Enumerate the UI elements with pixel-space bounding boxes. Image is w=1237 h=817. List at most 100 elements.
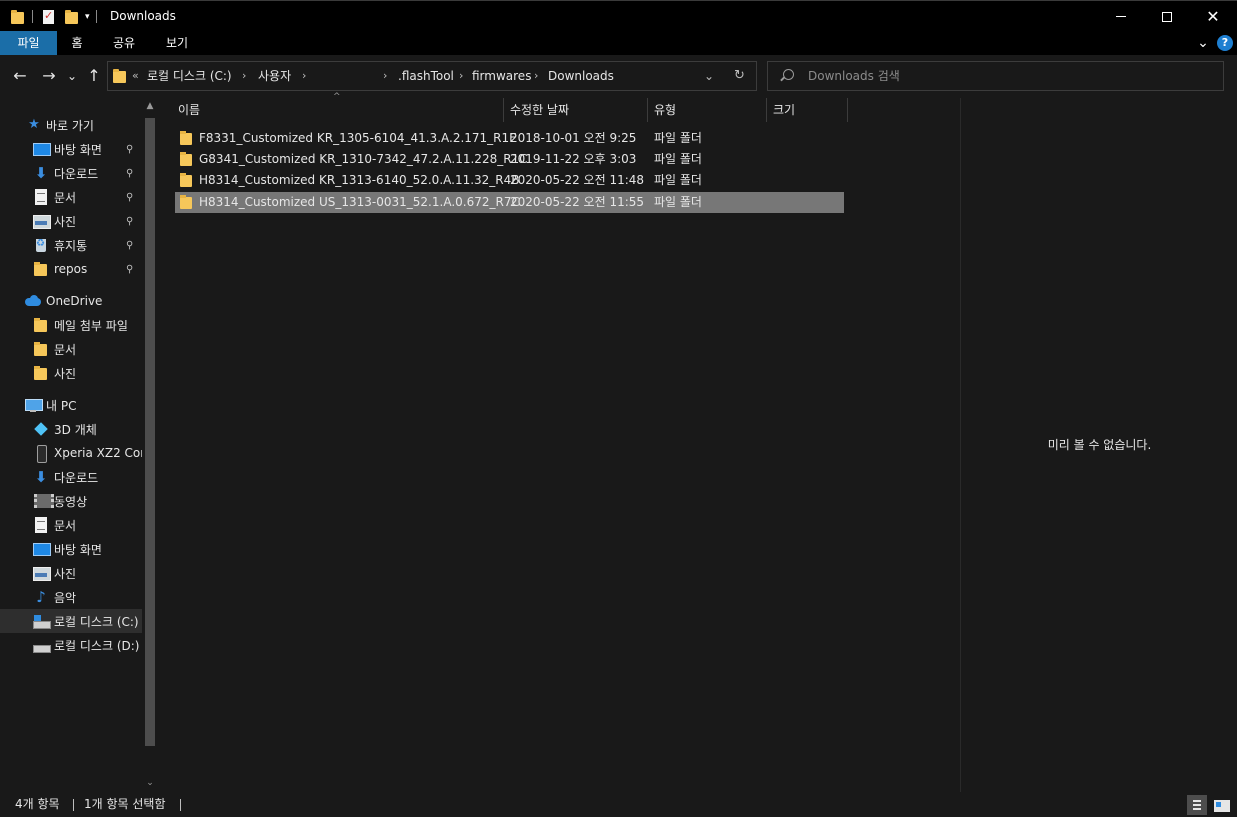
sidebar-item-onedrive-documents[interactable]: 문서 (0, 337, 142, 361)
breadcrumb-flashtool[interactable]: .flashTool (398, 62, 454, 90)
breadcrumb-separator[interactable]: › (302, 62, 306, 90)
pin-icon[interactable]: ⚲ (126, 168, 133, 179)
breadcrumb-overflow[interactable]: « (132, 62, 139, 90)
this-pc-group[interactable]: 내 PC (0, 393, 142, 417)
sidebar-item-pc-desktop[interactable]: 바탕 화면 (0, 537, 142, 561)
sidebar-item-videos[interactable]: 동영상 (0, 489, 142, 513)
new-folder-icon[interactable] (65, 9, 78, 24)
sidebar-item-label: 다운로드 (54, 166, 99, 181)
breadcrumb-separator[interactable]: › (383, 62, 387, 90)
sidebar-item-label: 로컬 디스크 (C:) (54, 614, 139, 629)
tab-home[interactable]: 홈 (57, 31, 97, 55)
desktop-icon (33, 141, 51, 157)
large-icons-view-button[interactable] (1211, 795, 1231, 815)
details-view-button[interactable] (1187, 795, 1207, 815)
3d-objects-icon (33, 421, 49, 437)
download-icon: ⬇ (34, 468, 48, 486)
search-input[interactable]: Downloads 검색 (808, 62, 900, 90)
file-date: 2018-10-01 오전 9:25 (510, 131, 637, 145)
table-row[interactable]: H8314_Customized KR_1313-6140_52.0.A.11.… (175, 170, 844, 191)
scroll-down-icon[interactable]: ⌄ (142, 778, 158, 788)
item-count: 4개 항목 (15, 797, 60, 811)
folder-icon (33, 317, 49, 333)
quick-access-group[interactable]: ★ 바로 가기 (0, 113, 142, 137)
breadcrumb-users[interactable]: 사용자 (258, 62, 291, 90)
breadcrumb-separator[interactable]: › (459, 62, 463, 90)
maximize-button[interactable] (1144, 1, 1190, 32)
sidebar-item-label: 문서 (54, 190, 77, 205)
search-box[interactable]: Downloads 검색 (767, 61, 1224, 91)
sidebar-item-label: 메일 첨부 파일 (54, 318, 128, 333)
column-divider[interactable] (847, 98, 848, 122)
breadcrumb-separator[interactable]: › (534, 62, 538, 90)
search-icon (783, 69, 794, 80)
sidebar-item-documents[interactable]: 문서 ⚲ (0, 185, 142, 209)
sidebar-item-label: 동영상 (54, 494, 88, 509)
minimize-icon (1116, 16, 1126, 17)
sidebar-item-label: repos (54, 262, 88, 276)
column-header-size[interactable]: 크기 (767, 98, 847, 122)
table-row[interactable]: G8341_Customized KR_1310-7342_47.2.A.11.… (175, 149, 844, 170)
scroll-up-icon[interactable]: ▲ (142, 101, 158, 111)
expand-ribbon-icon[interactable]: ⌄ (1194, 35, 1212, 51)
sidebar-item-xperia-device[interactable]: Xperia XZ2 Com (0, 441, 142, 465)
breadcrumb-firmwares[interactable]: firmwares (472, 62, 531, 90)
onedrive-group[interactable]: OneDrive (0, 289, 142, 313)
sidebar-item-onedrive-pictures[interactable]: 사진 (0, 361, 142, 385)
pin-icon[interactable]: ⚲ (126, 144, 133, 155)
phone-icon (33, 445, 49, 463)
sidebar-item-desktop[interactable]: 바탕 화면 ⚲ (0, 137, 142, 161)
sidebar-item-drive-c[interactable]: 로컬 디스크 (C:) (0, 609, 142, 633)
recent-locations-button[interactable]: ⌄ (64, 65, 80, 87)
breadcrumb-separator[interactable]: › (242, 62, 246, 90)
video-icon (33, 493, 54, 509)
file-name: H8314_Customized US_1313-0031_52.1.A.0.6… (199, 195, 520, 209)
column-header-date[interactable]: 수정한 날짜 (504, 98, 647, 122)
minimize-button[interactable] (1098, 1, 1144, 32)
address-dropdown-icon[interactable]: ⌄ (704, 62, 714, 90)
sidebar-item-recycle-bin[interactable]: 휴지통 ⚲ (0, 233, 142, 257)
sidebar-item-label: 문서 (54, 342, 77, 357)
breadcrumb-drive-c[interactable]: 로컬 디스크 (C:) (147, 62, 232, 90)
refresh-icon[interactable]: ↻ (734, 62, 745, 90)
help-icon[interactable]: ? (1217, 35, 1233, 51)
tab-view[interactable]: 보기 (155, 31, 199, 55)
file-type: 파일 폴더 (654, 131, 702, 145)
sidebar-item-repos[interactable]: repos ⚲ (0, 257, 142, 281)
sidebar-item-pc-pictures[interactable]: 사진 (0, 561, 142, 585)
sidebar-item-label: 다운로드 (54, 470, 99, 485)
column-header-type[interactable]: 유형 (648, 98, 766, 122)
file-name: H8314_Customized KR_1313-6140_52.0.A.11.… (199, 173, 520, 187)
table-row[interactable]: F8331_Customized KR_1305-6104_41.3.A.2.1… (175, 128, 844, 149)
up-button[interactable]: ↑ (84, 65, 104, 87)
pin-icon[interactable]: ⚲ (126, 240, 133, 251)
sidebar-item-mail-attachments[interactable]: 메일 첨부 파일 (0, 313, 142, 337)
sidebar-item-pictures[interactable]: 사진 ⚲ (0, 209, 142, 233)
customize-toolbar-icon[interactable]: ▾ (85, 12, 90, 22)
pin-icon[interactable]: ⚲ (126, 216, 133, 227)
back-button[interactable]: ← (10, 65, 30, 87)
tab-share[interactable]: 공유 (100, 31, 148, 55)
table-row-selected[interactable]: H8314_Customized US_1313-0031_52.1.A.0.6… (175, 192, 844, 213)
forward-button[interactable]: → (38, 65, 60, 87)
pin-icon[interactable]: ⚲ (126, 264, 133, 275)
sidebar-item-pc-downloads[interactable]: ⬇ 다운로드 (0, 465, 142, 489)
sidebar-item-downloads[interactable]: ⬇ 다운로드 ⚲ (0, 161, 142, 185)
sidebar-item-3d-objects[interactable]: 3D 개체 (0, 417, 142, 441)
sidebar-item-drive-d[interactable]: 로컬 디스크 (D:) (0, 633, 142, 657)
navigation-scrollbar[interactable]: ▲ ⌄ (142, 98, 158, 792)
file-date: 2020-05-22 오전 11:55 (510, 195, 645, 209)
close-button[interactable]: ✕ (1190, 1, 1236, 32)
sidebar-item-label: 바로 가기 (46, 118, 94, 133)
scrollbar-thumb[interactable] (145, 118, 155, 746)
window-title: Downloads (110, 9, 176, 23)
tab-file[interactable]: 파일 (0, 31, 57, 55)
sidebar-item-pc-documents[interactable]: 문서 (0, 513, 142, 537)
breadcrumb-downloads[interactable]: Downloads (548, 62, 614, 90)
properties-icon[interactable] (43, 9, 54, 24)
sidebar-item-music[interactable]: ♪ 음악 (0, 585, 142, 609)
address-bar[interactable]: « 로컬 디스크 (C:) › 사용자 › › .flashTool › fir… (107, 61, 757, 91)
pin-icon[interactable]: ⚲ (126, 192, 133, 203)
column-header-name[interactable]: 이름 (172, 98, 503, 122)
computer-icon (25, 397, 43, 413)
